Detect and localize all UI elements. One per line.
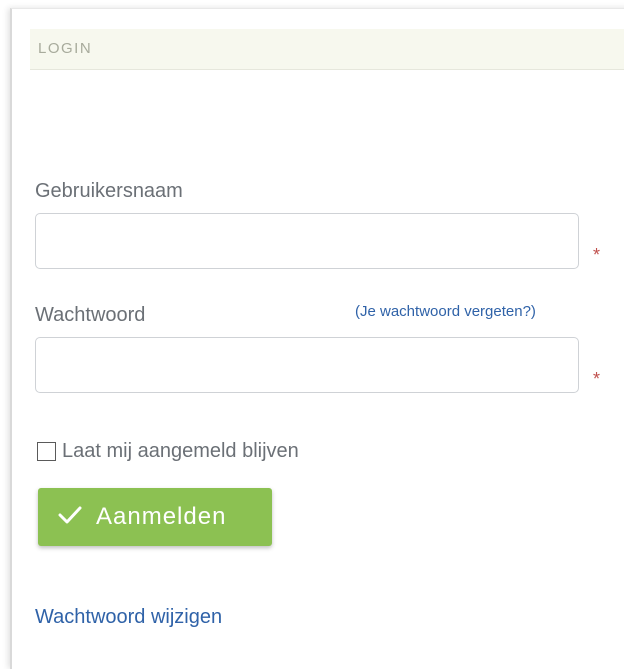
remember-me-row[interactable]: Laat mij aangemeld blijven xyxy=(37,440,299,462)
login-button-label: Aanmelden xyxy=(96,503,227,530)
forgot-password-link[interactable]: (Je wachtwoord vergeten?) xyxy=(355,303,536,320)
remember-me-label[interactable]: Laat mij aangemeld blijven xyxy=(62,440,299,463)
password-input[interactable] xyxy=(35,337,579,393)
checkmark-icon xyxy=(38,505,96,530)
username-input[interactable] xyxy=(35,213,579,269)
panel-header: LOGIN xyxy=(30,29,624,70)
username-label: Gebruikersnaam xyxy=(35,180,183,202)
password-label: Wachtwoord xyxy=(35,304,146,326)
remember-me-checkbox[interactable] xyxy=(37,441,56,461)
username-required-marker: * xyxy=(593,245,601,265)
login-panel: LOGIN Gebruikersnaam * Wachtwoord (Je wa… xyxy=(10,8,624,669)
password-required-marker: * xyxy=(593,369,601,389)
change-password-link[interactable]: Wachtwoord wijzigen xyxy=(35,606,222,629)
panel-title: LOGIN xyxy=(38,40,93,57)
login-button[interactable]: Aanmelden xyxy=(38,488,272,546)
